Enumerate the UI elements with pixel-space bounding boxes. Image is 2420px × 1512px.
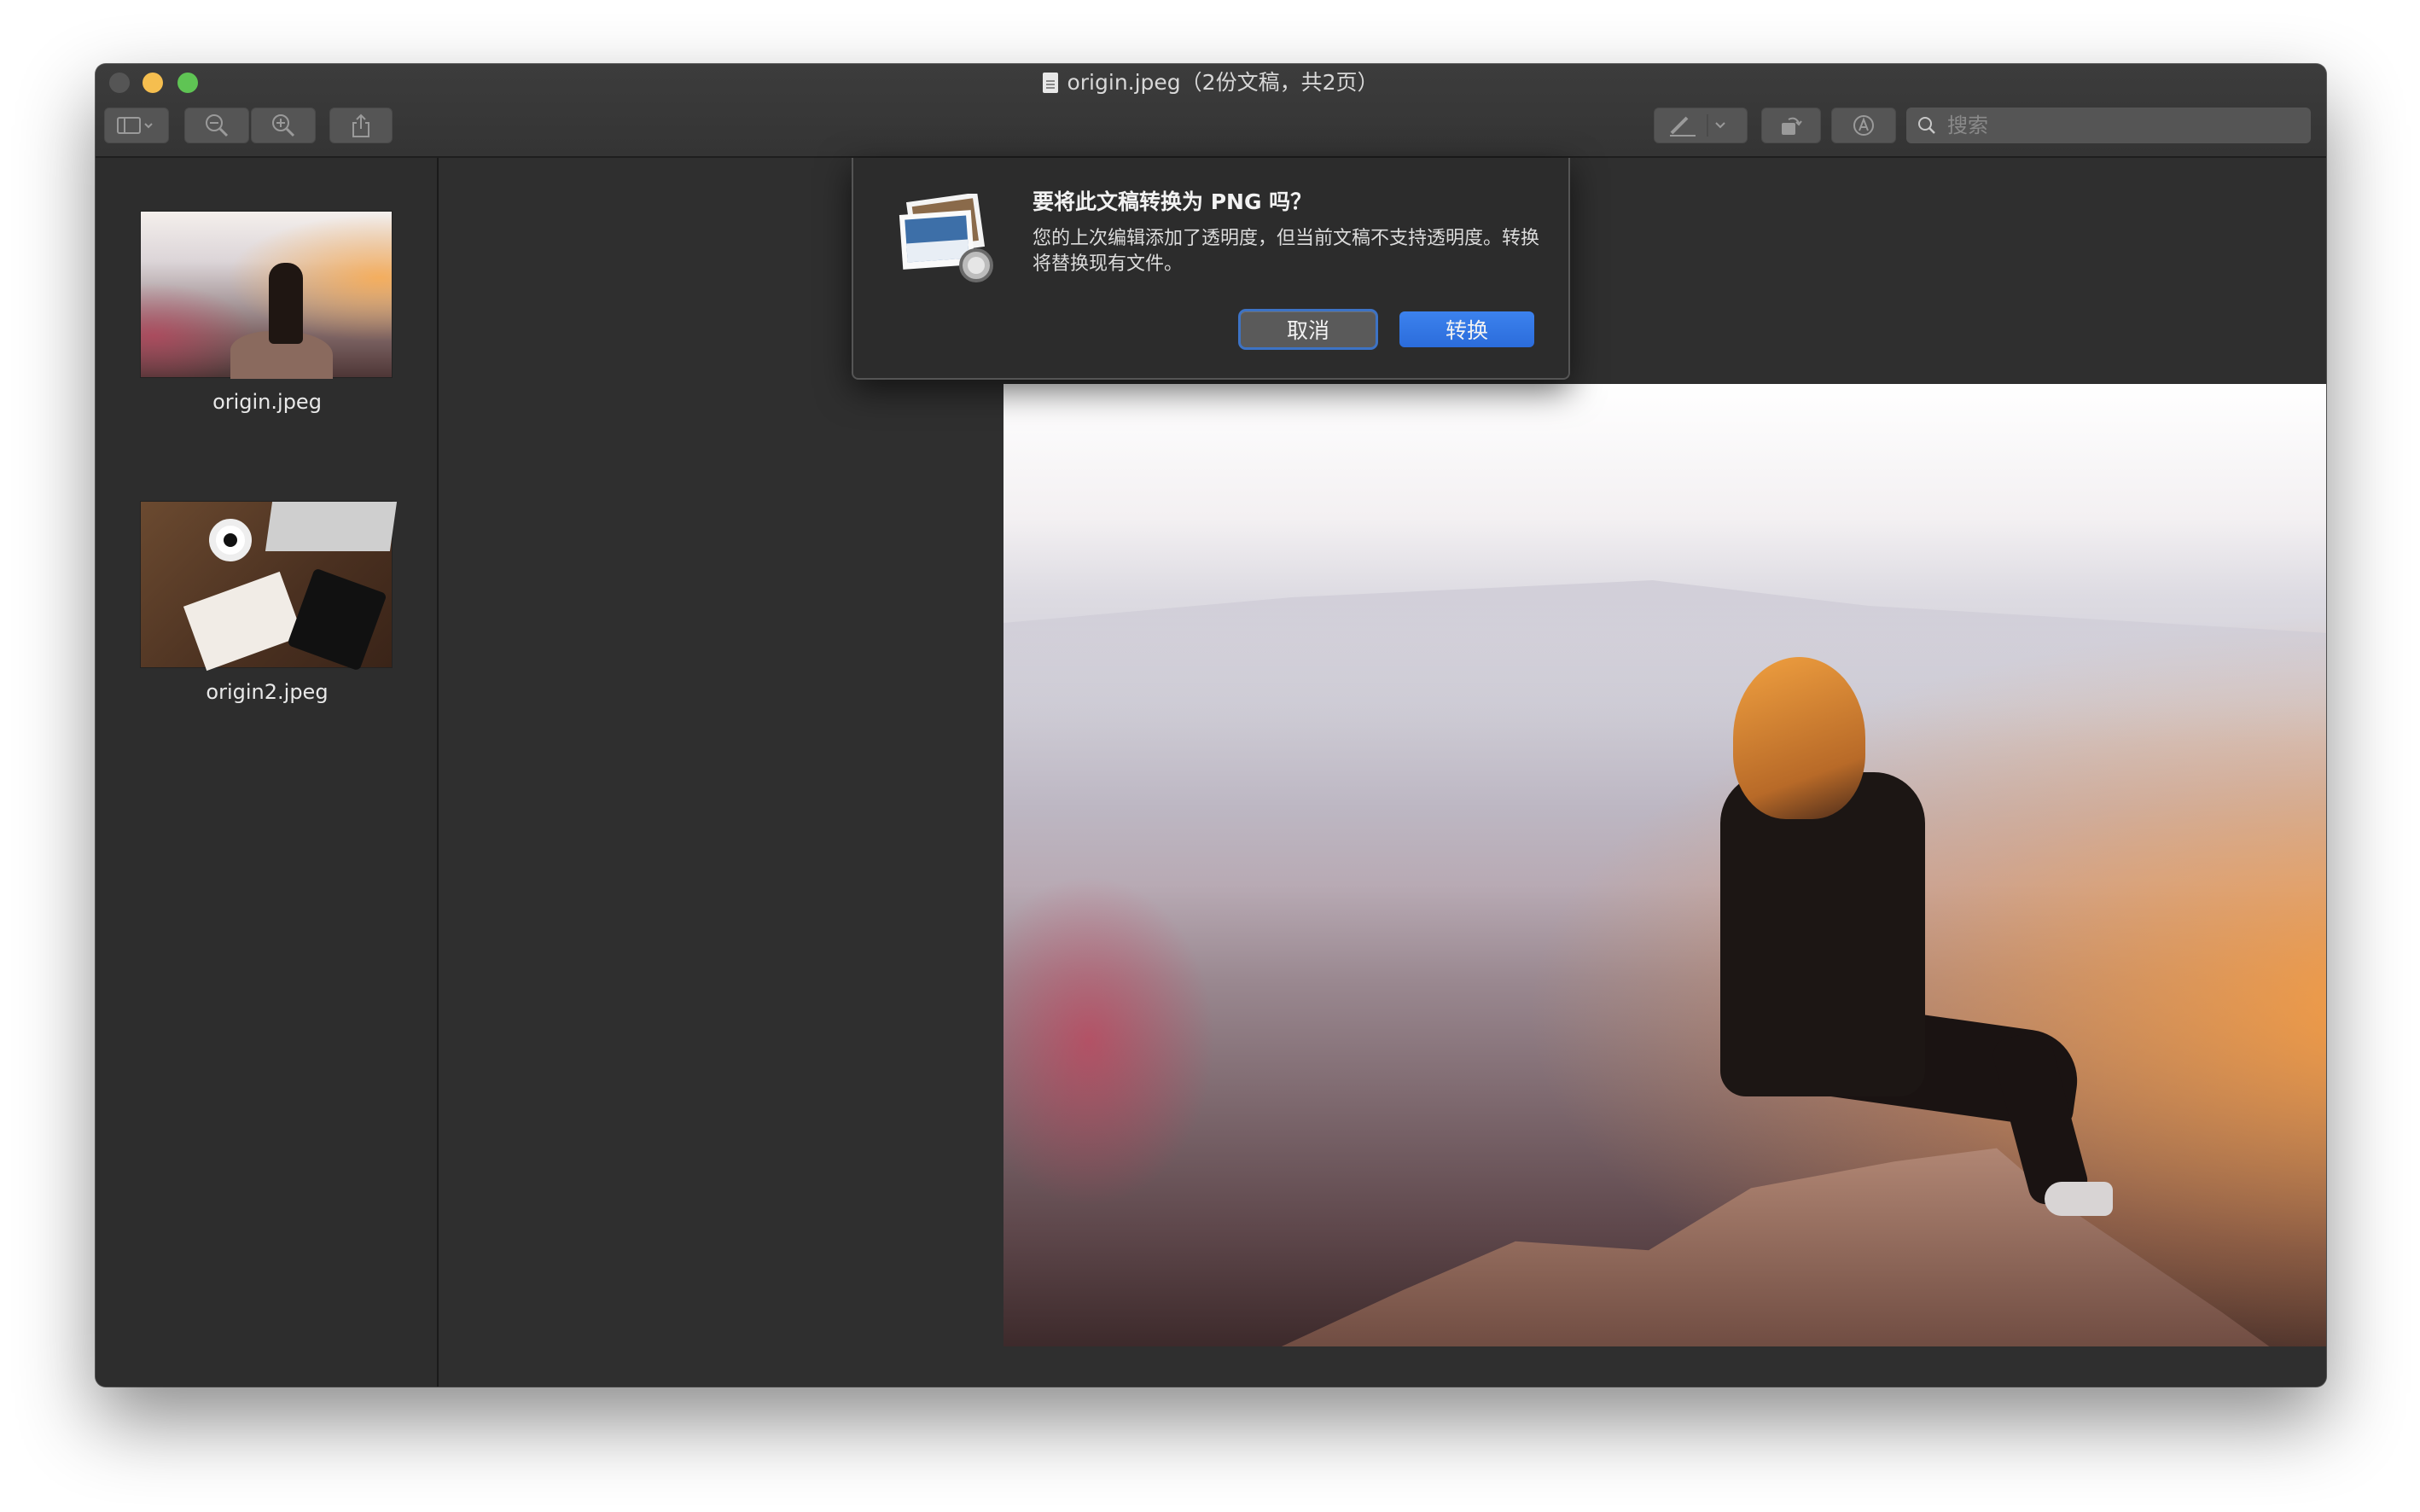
markup-icon [1853,115,1874,136]
highlight-button[interactable] [1654,108,1748,143]
thumbnail-tablet [287,567,387,672]
image-person-shoe [2045,1182,2113,1216]
image-mountain-ridge [1003,580,2326,742]
image-lens-flare [1003,862,1225,1220]
zoom-in-button[interactable] [251,108,316,143]
convert-dialog: 要将此文稿转换为 PNG 吗？ 您的上次编辑添加了透明度，但当前文稿不支持透明度… [852,158,1570,380]
thumbnail-sidebar: origin.jpeg origin2.jpeg [96,158,439,1387]
highlighter-icon [1670,114,1725,137]
image-person-hair [1733,657,1865,819]
dialog-title: 要将此文稿转换为 PNG 吗？ [1033,189,1312,214]
markup-button[interactable] [1831,108,1896,143]
search-icon [1918,117,1935,134]
zoom-in-icon [272,114,295,137]
share-icon [352,113,369,137]
thumbnail-paper [183,571,304,672]
zoom-out-button[interactable] [184,108,249,143]
zoom-out-icon [206,114,229,137]
rotate-icon [1782,117,1802,135]
sidebar-toggle-button[interactable] [104,108,169,143]
preview-window: origin.jpeg（2份文稿，共2页） 搜索 origin.jpeg ori… [96,64,2326,1387]
rotate-button[interactable] [1761,108,1821,143]
thumbnail-label: origin.jpeg [212,390,322,414]
dialog-message: 您的上次编辑添加了透明度，但当前文稿不支持透明度。转换将替换现有文件。 [1033,228,1540,275]
document-icon [1043,73,1059,93]
convert-button[interactable]: 转换 [1399,311,1534,347]
thumbnail-origin2[interactable] [140,501,398,672]
window-title: origin.jpeg（2份文稿，共2页） [96,67,2326,98]
share-button[interactable] [329,108,393,143]
search-field[interactable] [1906,108,2311,143]
thumbnail-label: origin2.jpeg [206,680,329,704]
sidebar-icon [117,117,153,134]
thumbnail-origin[interactable] [140,211,393,379]
thumbnail-person [269,263,303,344]
window-title-text: origin.jpeg（2份文稿，共2页） [1067,70,1379,95]
cancel-button[interactable]: 取消 [1241,311,1376,347]
search-input[interactable] [1946,113,2287,138]
preview-app-icon [899,194,993,282]
image-rock [1259,1148,2283,1346]
image-person-body [1720,772,1925,1096]
thumbnail-laptop [265,502,398,551]
main-image [1003,384,2326,1346]
thumbnail-cup [209,519,252,561]
toolbar: origin.jpeg（2份文稿，共2页） [96,64,2326,158]
